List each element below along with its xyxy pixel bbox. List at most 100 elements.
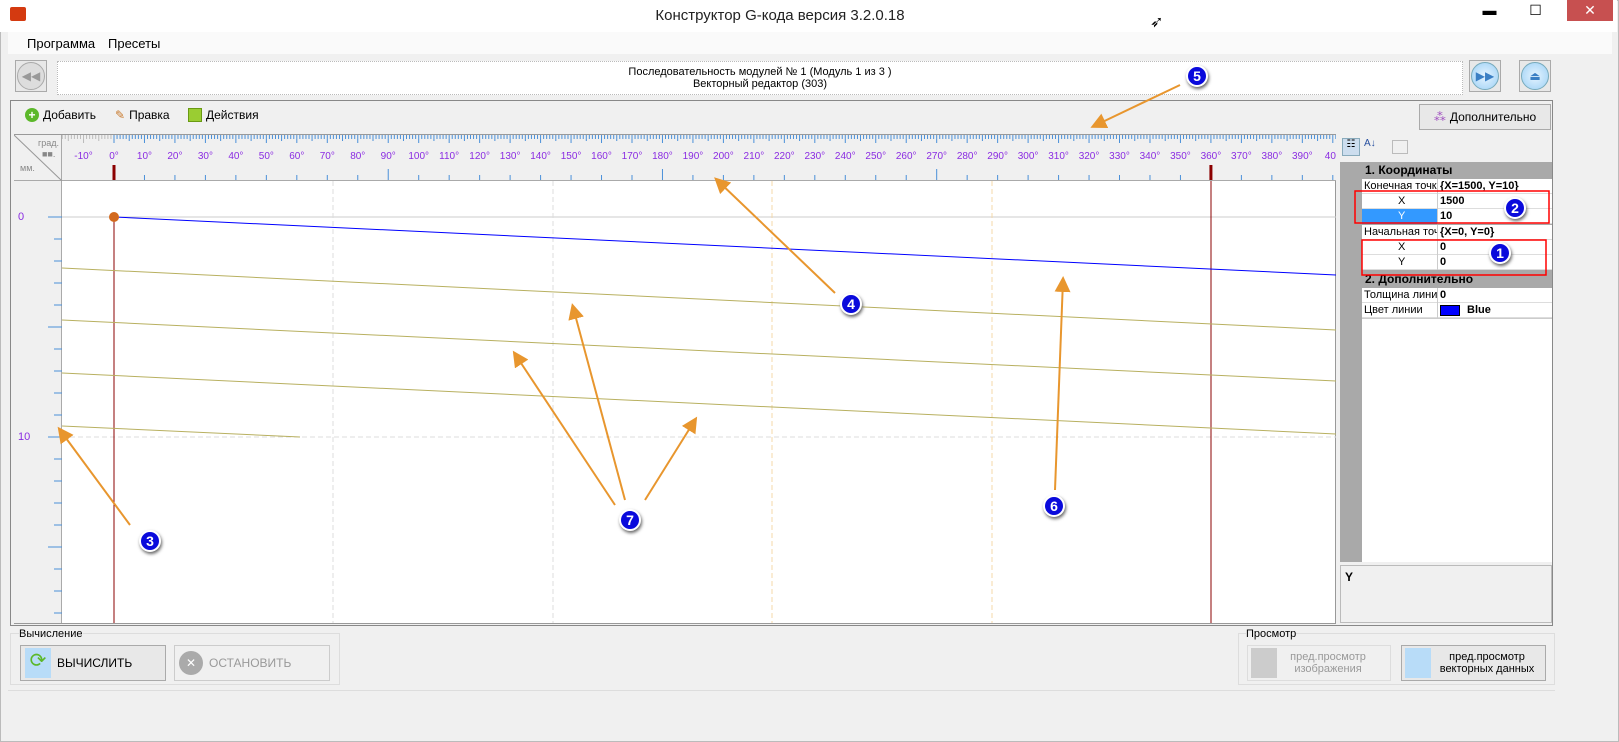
add-label: Добавить (43, 108, 97, 122)
next-module-button[interactable]: ▶▶ (1469, 60, 1501, 92)
drawing-canvas[interactable] (62, 181, 1336, 623)
olive-line[interactable] (62, 372, 1336, 435)
ruler-label: 180° (652, 151, 673, 162)
ruler-marker[interactable] (1209, 165, 1213, 181)
prop-start-point[interactable]: Начальная точка{X=0, Y=0} (1362, 225, 1552, 240)
ruler-label: 130° (499, 151, 521, 162)
prop-name: X (1362, 194, 1438, 209)
blue-line-selected[interactable] (113, 216, 1336, 276)
ruler-label: 30° (197, 151, 213, 162)
ruler-label: 10° (136, 151, 153, 162)
prev-module-button[interactable]: ◀◀ (15, 60, 47, 92)
ruler-label: 280° (956, 151, 978, 162)
module-line: Векторный редактор (303) (692, 78, 828, 90)
prop-name: X (1362, 240, 1438, 255)
stop-button[interactable]: ✕ ОСТАНОВИТЬ (174, 645, 330, 681)
olive-line[interactable] (62, 267, 1336, 331)
prop-start-x[interactable]: X0 (1362, 240, 1552, 255)
cube-icon (188, 108, 202, 122)
maximize-button[interactable]: ☐ (1513, 0, 1558, 21)
ruler-label: 300° (1017, 151, 1039, 162)
sort-alpha-button[interactable]: A↓ (1364, 138, 1376, 149)
annotation-badge: 4 (840, 293, 862, 315)
prop-name: Толщина линии (1364, 288, 1438, 303)
prop-name: Цвет линии (1362, 303, 1438, 318)
color-swatch (1440, 305, 1460, 316)
ruler-label: 390° (1291, 151, 1313, 162)
ruler-label: 170° (621, 151, 643, 162)
prop-value[interactable]: 1500 (1440, 194, 1464, 208)
calc-group-label: Вычисление (19, 628, 83, 640)
unit-mid: ■■. (42, 149, 56, 159)
preview-image-label: пред.просмотр изображения (1290, 651, 1366, 675)
mm-unit: мм. (20, 163, 35, 173)
prop-value[interactable]: 0 (1440, 240, 1446, 254)
ruler-label: 40 (1324, 151, 1336, 162)
ruler-label: 240° (834, 151, 856, 162)
prop-line-color[interactable]: Цвет линии Blue (1362, 303, 1552, 318)
sequence-line: Последовательность модулей № 1 (Модуль 1… (628, 66, 892, 78)
more-label: Дополнительно (1449, 110, 1537, 124)
ruler-label: 150° (560, 151, 582, 162)
left-ruler[interactable]: 0 10 (14, 181, 62, 623)
title-bar: Конструктор G-кода версия 3.2.0.18 ▬ ☐ ✕ (0, 0, 1617, 32)
add-button[interactable]: + Добавить (25, 108, 96, 122)
ruler-label: 60° (289, 151, 305, 162)
ruler-label: 160° (591, 151, 612, 162)
minimize-button[interactable]: ▬ (1467, 0, 1512, 21)
ruler-label: 360° (1200, 151, 1222, 162)
categorized-view-button[interactable]: ☷ (1342, 138, 1360, 156)
category-coordinates[interactable]: 1. Координаты (1340, 163, 1552, 178)
ruler-label: 50° (258, 151, 274, 162)
degrees-unit: град. (38, 138, 60, 148)
prop-value: {X=0, Y=0} (1440, 226, 1495, 238)
top-ruler[interactable]: -10° 0° 10° 20° 30° 40° 50° 60° 70° 80° 90° 100° 110… (62, 135, 1336, 181)
ruler-label: 0° (109, 151, 119, 162)
ruler-label: 330° (1109, 151, 1130, 162)
category-additional[interactable]: 2. Дополнительно (1340, 272, 1552, 287)
plus-circle-icon: + (25, 108, 39, 122)
vector-preview-icon (1405, 648, 1431, 678)
edit-button[interactable]: ✎ Правка (115, 108, 170, 122)
preview-image-button[interactable]: пред.просмотр изображения (1247, 645, 1391, 681)
ruler-label: 110° (439, 151, 460, 162)
fast-forward-icon: ▶▶ (1471, 62, 1499, 90)
prop-value[interactable]: 10 (1440, 209, 1452, 223)
image-preview-icon (1251, 648, 1277, 678)
property-pages-button[interactable] (1392, 140, 1408, 154)
ruler-label: 220° (773, 151, 795, 162)
ruler-label: 80° (350, 151, 366, 162)
prop-thickness[interactable]: Толщина линии 0 (1362, 288, 1552, 303)
stop-label: ОСТАНОВИТЬ (209, 656, 292, 670)
actions-button[interactable]: Действия (188, 108, 259, 122)
edit-label: Правка (129, 108, 170, 122)
ruler-label: 270° (926, 151, 948, 162)
olive-line[interactable] (62, 319, 1336, 382)
more-button[interactable]: ⁂ Дополнительно (1419, 104, 1551, 130)
sequence-info: Последовательность модулей № 1 (Модуль 1… (57, 61, 1463, 95)
status-bar (8, 690, 1555, 714)
preview-vector-button[interactable]: пред.просмотр векторных данных (1401, 645, 1546, 681)
olive-line[interactable] (62, 425, 301, 438)
prop-value[interactable]: 0 (1440, 255, 1446, 269)
ruler-label: 140° (530, 151, 551, 162)
ruler-label: 320° (1078, 151, 1100, 162)
prop-end-point[interactable]: Конечная точка {X=1500, Y=10} (1362, 179, 1552, 194)
ruler-label: 230° (804, 151, 826, 162)
prop-name: Y (1362, 209, 1438, 224)
ruler-label: 210° (743, 151, 765, 162)
ruler-marker[interactable] (112, 165, 116, 181)
prop-name: Y (1362, 255, 1438, 270)
refresh-icon: ⟳ (25, 648, 51, 678)
prop-value[interactable]: 0 (1440, 288, 1446, 302)
eject-button[interactable]: ⏏ (1519, 60, 1551, 92)
property-description: Y (1340, 565, 1552, 623)
prop-start-y[interactable]: Y0 (1362, 255, 1552, 270)
calculate-button[interactable]: ⟳ ВЫЧИСЛИТЬ (20, 645, 166, 681)
close-button[interactable]: ✕ (1567, 0, 1613, 21)
menu-program[interactable]: Программа (27, 36, 95, 51)
menu-presets[interactable]: Пресеты (108, 36, 160, 51)
left-ruler-label: 0 (18, 211, 25, 223)
prop-value[interactable]: Blue (1467, 303, 1491, 317)
start-point-handle[interactable] (109, 212, 119, 222)
